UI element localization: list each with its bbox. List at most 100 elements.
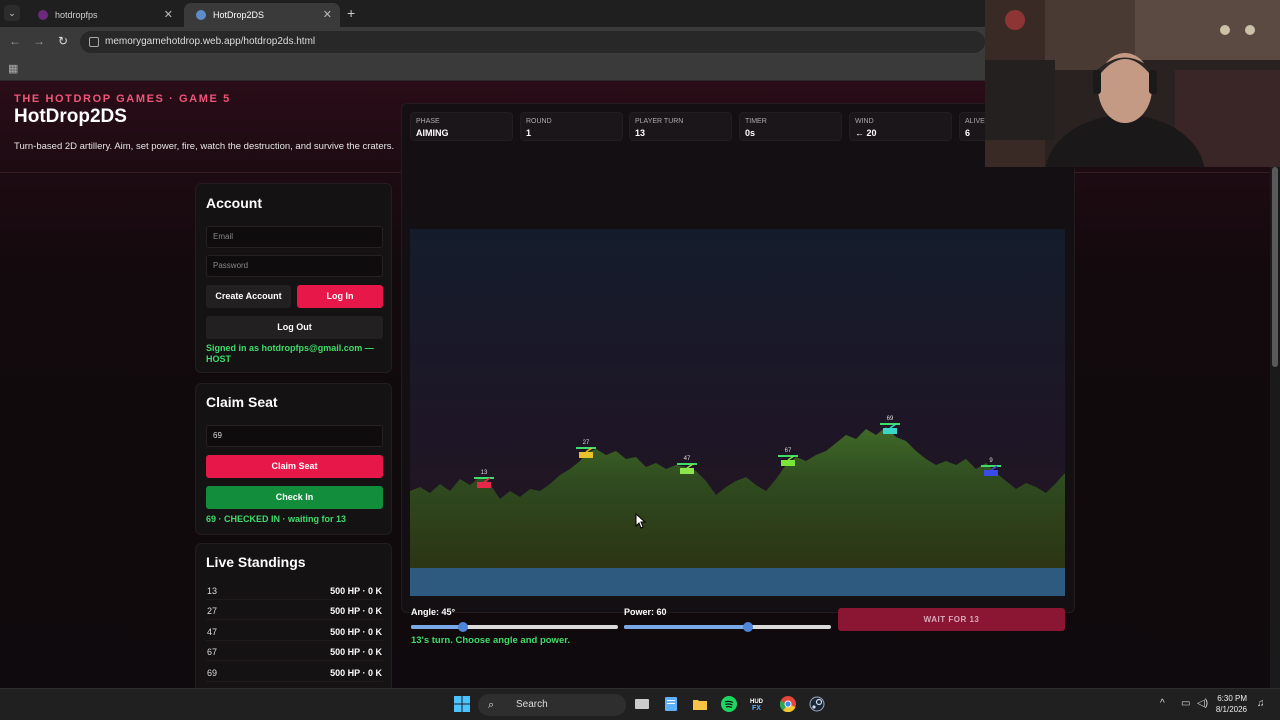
stat-label: ROUND — [526, 118, 552, 125]
angle-slider-thumb[interactable] — [457, 622, 468, 632]
create-account-button[interactable]: Create Account — [206, 285, 291, 308]
tank-body — [984, 470, 998, 476]
series-kicker: THE HOTDROP GAMES · GAME 5 — [14, 93, 231, 105]
tank-body — [781, 460, 795, 466]
fire-button[interactable]: WAIT FOR 13 — [838, 608, 1065, 631]
angle-label: Angle: 45° — [411, 607, 456, 617]
standing-stats: 500 HP · 0 K — [330, 627, 382, 637]
close-tab-icon[interactable]: ✕ — [323, 8, 332, 21]
tank-health-bar — [981, 465, 1001, 467]
turn-message: 13's turn. Choose angle and power. — [411, 635, 571, 646]
network-icon[interactable]: ▭ — [1181, 698, 1190, 709]
stat-label: ALIVE — [965, 118, 985, 125]
tank-body — [883, 428, 897, 434]
stat-player-turn: PLAYER TURN 13 — [629, 112, 732, 141]
task-view-icon[interactable] — [634, 696, 650, 712]
password-field[interactable]: Password — [206, 255, 383, 277]
stat-value: 1 — [526, 128, 532, 138]
webcam-overlay — [985, 0, 1280, 167]
page-title: HotDrop2DS — [14, 106, 127, 127]
windows-start-icon[interactable] — [454, 696, 470, 712]
claim-seat-heading: Claim Seat — [206, 394, 278, 410]
steam-icon[interactable] — [809, 696, 825, 712]
stat-label: WIND — [855, 118, 874, 125]
stat-value: 6 — [965, 128, 971, 138]
svg-text:FX: FX — [752, 705, 761, 712]
taskbar-search[interactable]: ⌕ Search — [478, 694, 626, 716]
chrome-icon[interactable] — [780, 696, 796, 712]
standing-row: 13 500 HP · 0 K — [206, 581, 383, 600]
tank-body — [477, 482, 491, 488]
angle-slider-fill — [411, 625, 463, 629]
standing-row: 67 500 HP · 0 K — [206, 642, 383, 661]
taskbar-clock[interactable]: 6:30 PM 8/1/2026 — [1216, 693, 1247, 715]
seat-status: 69 · CHECKED IN · waiting for 13 — [206, 514, 347, 524]
claim-seat-button[interactable]: Claim Seat — [206, 455, 383, 478]
water — [410, 568, 1065, 596]
standing-stats: 500 HP · 0 K — [330, 586, 382, 596]
tank-label: 47 — [684, 456, 691, 462]
tab-list-chevron-icon[interactable]: ⌄ — [4, 5, 20, 21]
tab-hotdrop2ds[interactable]: HotDrop2DS ✕ — [184, 3, 340, 27]
standing-row: 27 500 HP · 0 K — [206, 601, 383, 620]
game-canvas[interactable]: 13274767699 — [410, 229, 1065, 596]
tank-label: 67 — [785, 448, 792, 454]
file-explorer-icon[interactable] — [692, 696, 708, 712]
volume-icon[interactable]: ◁) — [1197, 698, 1208, 709]
forward-arrow-icon[interactable]: → — [33, 34, 45, 48]
close-tab-icon[interactable]: ✕ — [164, 8, 173, 21]
check-in-button[interactable]: Check In — [206, 486, 383, 509]
hud-fx-icon[interactable]: HUDFX — [750, 696, 766, 712]
standing-row: 47 500 HP · 0 K — [206, 622, 383, 641]
notification-bell-icon[interactable]: ♫ — [1257, 698, 1265, 709]
tank-body — [579, 452, 593, 458]
address-bar[interactable]: memorygamehotdrop.web.app/hotdrop2ds.htm… — [80, 31, 985, 53]
standing-player-id: 69 — [207, 668, 218, 678]
standing-player-id: 27 — [207, 606, 218, 616]
new-tab-plus-icon[interactable]: + — [347, 5, 355, 21]
tab-favicon-icon — [38, 10, 48, 20]
search-icon: ⌕ — [488, 699, 495, 711]
tank-label: 13 — [481, 470, 488, 476]
tank-health-bar — [880, 423, 900, 425]
apps-grid-icon[interactable]: ▦ — [8, 62, 18, 75]
power-slider-fill — [624, 625, 749, 629]
mouse-cursor-icon — [635, 513, 647, 529]
tray-overflow-chevron-icon[interactable]: ^ — [1160, 698, 1165, 709]
stat-value: AIMING — [416, 128, 449, 138]
tab-hotdropfps[interactable]: hotdropfps ✕ — [26, 3, 181, 27]
tank-health-bar — [576, 447, 596, 449]
power-label: Power: 60 — [624, 607, 667, 617]
notepad-icon[interactable] — [663, 696, 679, 712]
spotify-icon[interactable] — [721, 696, 737, 712]
standing-stats: 500 HP · 0 K — [330, 606, 382, 616]
tank-label: 69 — [887, 416, 894, 422]
tab-title: HotDrop2DS — [213, 10, 265, 20]
stat-round: ROUND 1 — [520, 112, 623, 141]
email-field[interactable]: Email — [206, 226, 383, 248]
scrollbar-thumb[interactable] — [1272, 167, 1278, 367]
stat-label: PHASE — [416, 118, 440, 125]
tab-title: hotdropfps — [55, 10, 98, 20]
standing-row: 69 500 HP · 0 K — [206, 663, 383, 682]
seat-number-field[interactable]: 69 — [206, 425, 383, 447]
angle-slider[interactable] — [411, 622, 618, 632]
claim-seat-panel: Claim Seat 69 Claim Seat Check In 69 · C… — [195, 383, 392, 535]
standings-heading: Live Standings — [206, 554, 306, 570]
clock-time: 6:30 PM — [1217, 694, 1247, 703]
reload-icon[interactable]: ↻ — [58, 34, 68, 48]
stat-value: ← 20 — [855, 128, 877, 138]
log-out-button[interactable]: Log Out — [206, 316, 383, 339]
standing-stats: 500 HP · 0 K — [330, 647, 382, 657]
account-panel: Account Email Password Create Account Lo… — [195, 183, 392, 373]
account-heading: Account — [206, 195, 262, 211]
stat-value: 13 — [635, 128, 646, 138]
power-slider[interactable] — [624, 622, 831, 632]
page-scrollbar[interactable] — [1270, 81, 1280, 688]
windows-taskbar: ⌕ Search HUD FX ^ ▭ ◁) 6:30 PM 8/1/2026 ♫ — [0, 688, 1280, 720]
site-info-icon[interactable] — [89, 37, 99, 47]
standing-player-id: 67 — [207, 647, 218, 657]
back-arrow-icon[interactable]: ← — [9, 34, 21, 48]
log-in-button[interactable]: Log In — [297, 285, 383, 308]
tank-health-bar — [677, 463, 697, 465]
